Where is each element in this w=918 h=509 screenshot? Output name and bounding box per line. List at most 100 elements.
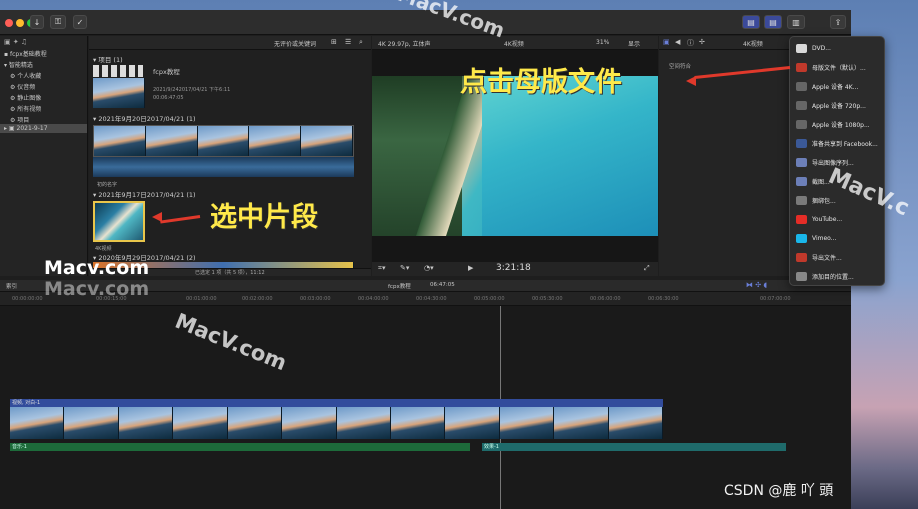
add-destination-icon <box>796 272 807 281</box>
sidebar-item-audio[interactable]: ⚙ 仪音频 <box>10 82 35 91</box>
keyword-filter[interactable]: 无评价或关键词 <box>274 39 316 48</box>
audio-clip-name: 音乐-1 <box>12 444 27 450</box>
device-icon <box>796 120 807 129</box>
timeline-duration: 06:47:05 <box>430 282 455 288</box>
clip-caption: 初的名字 <box>97 182 118 188</box>
ruler-tick: 00:04:00:00 <box>358 296 389 302</box>
info-icon[interactable]: ⓘ <box>687 38 694 48</box>
sidebar-item-event[interactable]: ▸ ▣ 2021-9-17 <box>0 124 87 133</box>
credit-watermark: CSDN @鹿 吖 頭 <box>724 483 834 499</box>
bundle-icon <box>796 196 807 205</box>
image-sequence-icon <box>796 158 807 167</box>
transform-icon[interactable]: ⌗▾ <box>378 264 385 273</box>
screenshot-icon <box>796 177 807 186</box>
minimize-window-button[interactable] <box>16 19 24 27</box>
inspector-video-icon[interactable]: ▣ <box>663 38 670 46</box>
viewer-clip-name: 4K视频 <box>504 41 524 48</box>
ruler-tick: 00:00:00:00 <box>12 296 43 302</box>
selected-clip-thumbnail[interactable] <box>93 201 145 242</box>
zoom-menu[interactable]: 31% <box>596 39 609 46</box>
spatial-conform-label: 空间符合 <box>669 64 692 70</box>
ruler-tick: 00:01:00:00 <box>186 296 217 302</box>
sidebar-item-video[interactable]: ⚙ 所有视频 <box>10 104 41 113</box>
share-icon[interactable]: ⇪ <box>830 15 846 29</box>
share-menu-item[interactable]: Apple 设备 4K... <box>790 77 886 96</box>
check-icon[interactable]: ✓ <box>73 15 87 29</box>
sidebar-item-smart[interactable]: ▾ 智能精选 <box>4 60 33 69</box>
music-audio-clip[interactable]: 音乐-1 <box>10 443 470 451</box>
vimeo-icon <box>796 234 807 243</box>
watermark: Macv.com <box>44 278 150 300</box>
projects-group-header[interactable]: ▾ 项目 (1) <box>93 54 123 64</box>
list-view-icon[interactable]: ☰ <box>345 38 351 46</box>
share-menu-item-label: Apple 设备 720p... <box>812 103 866 110</box>
project-duration: 00:06:47:05 <box>153 95 184 101</box>
share-menu-item[interactable]: 导出文件... <box>790 248 886 267</box>
ruler-tick: 00:06:30:00 <box>648 296 679 302</box>
ruler-tick: 00:04:30:00 <box>416 296 447 302</box>
inspector-clip-name: 4K视频 <box>743 41 763 48</box>
timeline-project-name[interactable]: fcpx教程 <box>388 282 411 290</box>
timeline-layout-icon[interactable]: ▤ <box>764 15 782 29</box>
share-menu-item-label: YouTube... <box>812 216 843 223</box>
close-window-button[interactable] <box>5 19 13 27</box>
youtube-icon <box>796 215 807 224</box>
filmstrip-view-icon[interactable]: ⊞ <box>331 38 337 46</box>
clip-title-bar[interactable]: 视频, 对白-1 <box>10 399 663 407</box>
audio-waveform <box>93 157 354 177</box>
enhance-icon[interactable]: ✎▾ <box>400 264 409 272</box>
search-icon[interactable]: ⌕ <box>359 38 363 47</box>
annotation-select-clip: 选中片段 <box>210 202 318 233</box>
share-menu-item[interactable]: 母版文件（默认）... <box>790 58 886 77</box>
skimming-icon[interactable]: ⧓ ✣ ◖ <box>746 281 767 289</box>
speed-icon[interactable]: ◔▾ <box>424 264 434 272</box>
sidebar-tab-icons[interactable]: ▣ ✦ ♫ <box>4 38 27 46</box>
import-icon[interactable]: ↓ <box>30 15 44 29</box>
view-menu[interactable]: 显示 <box>628 39 640 48</box>
share-menu-item-label: 母版文件（默认）... <box>812 65 866 72</box>
clip-name: 视频, 对白-1 <box>12 400 41 406</box>
fullscreen-icon[interactable]: ⤢ <box>644 264 650 273</box>
library-item[interactable]: ▪ fcpx基础教程 <box>4 49 47 58</box>
clip-label: 4K视频 <box>95 246 112 252</box>
audio-clip-name: 效果-1 <box>484 444 499 450</box>
device-icon <box>796 101 807 110</box>
share-menu-item[interactable]: YouTube... <box>790 210 886 229</box>
share-menu: DVD... 母版文件（默认）... Apple 设备 4K... Apple 设备 … <box>789 36 885 286</box>
clip-filmstrip[interactable] <box>93 125 354 157</box>
inspector-layout-icon[interactable]: ▥ <box>787 15 805 29</box>
share-menu-item[interactable]: 准备共享到 Facebook... <box>790 134 886 153</box>
ruler-tick: 00:06:00:00 <box>590 296 621 302</box>
share-menu-item-label: Apple 设备 4K... <box>812 84 859 91</box>
play-icon[interactable]: ▶ <box>468 264 473 272</box>
clip-format: 4K 29.97p, 立体声 <box>378 41 431 48</box>
share-menu-item[interactable]: Apple 设备 720p... <box>790 96 886 115</box>
event-group-header[interactable]: ▾ 2021年9月20日2017/04/21 (1) <box>93 113 196 123</box>
audio-icon[interactable]: ◀ <box>675 38 680 46</box>
event-group-header[interactable]: ▾ 2021年9月17日2017/04/21 (1) <box>93 189 196 199</box>
browser-layout-icon[interactable]: ▤ <box>742 15 760 29</box>
library-sidebar: ▣ ✦ ♫ ▪ fcpx基础教程 ▾ 智能精选 ⚙ 个人收藏 ⚙ 仪音频 ⚙ 静… <box>0 36 88 276</box>
share-menu-item[interactable]: 添加目的位置... <box>790 267 886 286</box>
share-menu-item[interactable]: DVD... <box>790 39 886 58</box>
sidebar-item-favorites[interactable]: ⚙ 个人收藏 <box>10 71 41 80</box>
timeline-video-clip[interactable] <box>10 407 663 439</box>
timeline: 索引 fcpx教程 06:47:05 ⧓ ✣ ◖ 00:00:00:00 00:… <box>0 280 851 509</box>
key-icon[interactable]: ⚿ <box>50 15 66 29</box>
watermark: Macv.com <box>44 257 150 279</box>
project-thumbnail[interactable] <box>93 78 145 108</box>
sidebar-item-stills[interactable]: ⚙ 静止图像 <box>10 93 41 102</box>
effects-audio-clip[interactable]: 效果-1 <box>482 443 786 451</box>
ruler-tick: 00:03:00:00 <box>300 296 331 302</box>
share-settings-icon[interactable]: ✢ <box>699 38 705 46</box>
share-menu-item-label: 添加目的位置... <box>812 274 854 281</box>
index-tab[interactable]: 索引 <box>6 282 17 290</box>
share-menu-item-label: DVD... <box>812 45 831 52</box>
annotation-master-file: 点击母版文件 <box>460 67 622 98</box>
share-menu-item-label: 准备共享到 Facebook... <box>812 141 878 148</box>
share-menu-item[interactable]: Vimeo... <box>790 229 886 248</box>
sidebar-item-projects[interactable]: ⚙ 项目 <box>10 115 29 124</box>
beach-preview-image <box>372 76 658 236</box>
share-menu-item[interactable]: Apple 设备 1080p... <box>790 115 886 134</box>
viewer-header: 4K 29.97p, 立体声 4K视频 31% 显示 <box>372 36 658 50</box>
